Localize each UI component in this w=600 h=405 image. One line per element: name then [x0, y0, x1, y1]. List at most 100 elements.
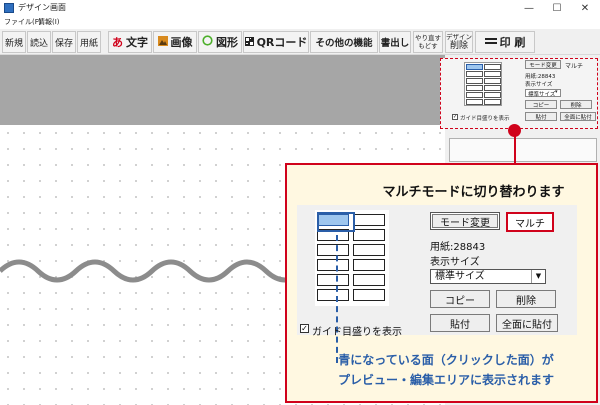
undo-label: もどす — [418, 42, 438, 50]
mini-face-cell[interactable] — [484, 64, 501, 70]
paper-button[interactable]: 用紙 — [77, 31, 101, 53]
face-cell[interactable] — [353, 274, 385, 286]
mini-preview-box — [449, 138, 597, 162]
text-label: 文字 — [126, 36, 148, 49]
mini-face-cell-selected[interactable] — [466, 64, 483, 70]
text-button[interactable]: あ 文字 — [108, 31, 152, 53]
selected-face-highlight — [317, 212, 355, 232]
face-cell[interactable] — [317, 244, 349, 256]
mini-mode-change-button[interactable]: モード変更 — [525, 60, 561, 69]
save-label: 保存 — [54, 38, 73, 49]
delete-button[interactable]: 削除 — [496, 290, 556, 308]
redo-label: やり直す — [415, 34, 441, 42]
mini-face-cell[interactable] — [484, 99, 501, 105]
mode-change-button[interactable]: モード変更 — [430, 212, 500, 230]
image-button[interactable]: 画像 — [153, 31, 197, 53]
mini-face-cell[interactable] — [484, 92, 501, 98]
callout-title: マルチモードに切り替わります — [382, 185, 565, 200]
face-cell[interactable] — [353, 229, 385, 241]
design-window: デザイン画面 — ☐ ✕ ファイル(F) 情報(I) 新規 読込 保存 用紙 あ… — [0, 0, 600, 405]
callout-note-line2: プレビュー・編集エリアに表示されます — [337, 373, 554, 387]
new-label: 新規 — [4, 38, 23, 49]
print-label: 印 刷 — [499, 36, 526, 49]
qr-button[interactable]: QRコード — [243, 31, 309, 53]
mini-guide-label: ガイド目盛りを表示 — [460, 116, 510, 122]
mini-display-size-label: 表示サイズ — [525, 82, 553, 88]
export-label: 書出し — [380, 38, 410, 49]
display-size-value: 標準サイズ — [435, 271, 485, 282]
mini-face-cell[interactable] — [484, 78, 501, 84]
print-button[interactable]: 印 刷 — [475, 31, 535, 53]
mini-face-cell[interactable] — [466, 71, 483, 77]
shape-label: 図形 — [216, 36, 238, 49]
face-cell[interactable] — [317, 274, 349, 286]
callout-box: マルチモードに切り替わります モード変更 マルチ 用紙:28843 表示サイズ … — [285, 163, 598, 403]
mini-face-cell[interactable] — [466, 99, 483, 105]
mini-paste-all-button[interactable]: 全面に貼付 — [560, 112, 596, 121]
selected-face-pointer-line — [336, 235, 338, 363]
face-cell[interactable] — [317, 259, 349, 271]
paste-all-button[interactable]: 全面に貼付 — [496, 314, 558, 332]
other-functions-button[interactable]: その他の機能 — [310, 31, 378, 53]
paste-button[interactable]: 貼付 — [430, 314, 490, 332]
mode-value-multi: マルチ — [506, 212, 554, 232]
delete-design-line2: 削除 — [449, 41, 468, 51]
mini-face-cell[interactable] — [484, 85, 501, 91]
delete-design-button[interactable]: デザイン 削除 — [445, 31, 473, 53]
mini-face-cell[interactable] — [466, 78, 483, 84]
menu-info[interactable]: 情報(I) — [38, 17, 60, 27]
other-label: その他の機能 — [315, 38, 373, 49]
export-button[interactable]: 書出し — [379, 31, 411, 53]
face-cell[interactable] — [353, 289, 385, 301]
display-size-select[interactable]: 標準サイズ ▼ — [430, 269, 546, 284]
new-button[interactable]: 新規 — [2, 31, 26, 53]
face-cell[interactable] — [353, 214, 385, 226]
guide-checkbox[interactable]: ✓ — [300, 324, 309, 333]
face-cell[interactable] — [353, 244, 385, 256]
mini-copy-button[interactable]: コピー — [525, 100, 557, 109]
mini-delete-button[interactable]: 削除 — [560, 100, 592, 109]
undo-redo-button[interactable]: やり直す もどす — [413, 31, 443, 53]
callout-marker-dot — [508, 124, 521, 137]
image-icon — [157, 35, 168, 49]
title-bar: デザイン画面 — ☐ ✕ — [0, 0, 600, 16]
mini-guide-checkbox[interactable]: ✓ — [452, 114, 458, 120]
guide-label: ガイド目盛りを表示 — [312, 327, 402, 338]
paper-label: 用紙 — [79, 38, 98, 49]
menu-file[interactable]: ファイル(F) — [4, 17, 42, 27]
chevron-down-icon: ▼ — [531, 270, 545, 283]
copy-button[interactable]: コピー — [430, 290, 490, 308]
cut-wave-line — [0, 259, 285, 283]
text-icon: あ — [112, 36, 123, 49]
callout-note-line1: 青になっている面（クリックした面）が — [338, 353, 554, 367]
mini-face-grid[interactable] — [464, 62, 502, 106]
toolbar: 新規 読込 保存 用紙 あ 文字 画像 図形 QRコード その他の機能 書出し — [0, 29, 600, 55]
display-size-label: 表示サイズ — [430, 257, 480, 268]
shape-button[interactable]: 図形 — [198, 31, 242, 53]
app-icon — [4, 3, 14, 13]
mini-paper-label: 用紙:28843 — [525, 74, 556, 80]
delete-design-line1: デザイン — [446, 33, 472, 41]
mini-face-cell[interactable] — [484, 71, 501, 77]
face-cell[interactable] — [317, 289, 349, 301]
mini-select-chevron-icon: ▾ — [555, 89, 558, 95]
paper-label: 用紙:28843 — [430, 242, 486, 253]
printer-icon — [484, 36, 497, 49]
close-button[interactable]: ✕ — [571, 0, 599, 16]
load-label: 読込 — [29, 38, 48, 49]
save-button[interactable]: 保存 — [52, 31, 76, 53]
callout-connector-line — [514, 136, 516, 164]
menu-bar: ファイル(F) 情報(I) — [0, 16, 600, 29]
maximize-button[interactable]: ☐ — [543, 0, 571, 16]
load-button[interactable]: 読込 — [27, 31, 51, 53]
mini-paste-button[interactable]: 貼付 — [525, 112, 557, 121]
preview-area[interactable] — [0, 55, 445, 125]
mini-face-cell[interactable] — [466, 92, 483, 98]
qr-label: QRコード — [256, 36, 308, 49]
face-cell[interactable] — [353, 259, 385, 271]
mini-face-cell[interactable] — [466, 85, 483, 91]
qr-icon — [244, 36, 254, 49]
mini-mode-value: マルチ — [565, 63, 584, 70]
minimize-button[interactable]: — — [515, 0, 543, 16]
window-title: デザイン画面 — [18, 3, 66, 12]
